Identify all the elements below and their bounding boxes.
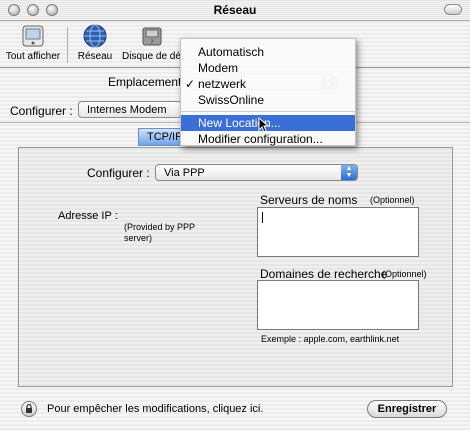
- menu-item-label: Automatisch: [198, 45, 265, 59]
- title-bar: Réseau: [0, 0, 470, 21]
- lock-icon: [26, 403, 32, 413]
- search-domains-optional-label: (Optionnel): [382, 269, 427, 279]
- menu-item-netzwerk[interactable]: ✓ netzwerk: [181, 76, 355, 92]
- disk-icon: ?: [139, 23, 165, 49]
- tab-tcpip-label: TCP/IP: [147, 131, 183, 143]
- save-button[interactable]: Enregistrer: [367, 400, 447, 418]
- tcpip-configure-label: Configurer :: [87, 166, 150, 180]
- tcpip-pane: [18, 147, 453, 387]
- startup-disk-button[interactable]: ? Disque de dém: [122, 21, 182, 62]
- menu-item-edit-locations[interactable]: Modifier configuration...: [181, 131, 355, 147]
- ip-address-label: Adresse IP :: [58, 210, 118, 222]
- ip-address-note: (Provided by PPP server): [124, 222, 195, 243]
- dns-optional-label: (Optionnel): [370, 195, 415, 205]
- menu-divider: [181, 111, 355, 112]
- tab-tcpip[interactable]: TCP/IP: [138, 128, 184, 146]
- lock-button[interactable]: [21, 401, 37, 417]
- lock-text: Pour empêcher les modifications, cliquez…: [47, 403, 264, 415]
- network-label: Réseau: [77, 51, 113, 62]
- show-all-label: Tout afficher: [5, 51, 61, 62]
- configure-interface-value: Internes Modem: [87, 104, 167, 116]
- globe-icon: [82, 23, 108, 49]
- location-label: Emplacement: [108, 75, 182, 89]
- menu-item-label: Modem: [198, 61, 239, 75]
- configure-interface-popup[interactable]: Internes Modem: [78, 101, 182, 118]
- menu-item-label: SwissOnline: [198, 93, 265, 107]
- example-text: Exemple : apple.com, earthlink.net: [261, 334, 400, 344]
- menu-item-label: netzwerk: [198, 77, 247, 91]
- menu-item-swissonline[interactable]: SwissOnline: [181, 92, 355, 108]
- apple-prefs-icon: [20, 23, 46, 49]
- menu-item-label: Modifier configuration...: [198, 132, 323, 146]
- dns-servers-field[interactable]: [257, 207, 419, 257]
- toolbar-toggle-button[interactable]: [444, 4, 462, 15]
- toolbar-divider: [67, 27, 68, 63]
- menu-item-automatisch[interactable]: Automatisch: [181, 44, 355, 60]
- menu-item-modem[interactable]: Modem: [181, 60, 355, 76]
- text-cursor: [262, 212, 263, 223]
- svg-text:?: ?: [150, 39, 153, 46]
- dns-label: Serveurs de noms: [260, 193, 358, 207]
- network-pref-button[interactable]: Réseau: [70, 21, 120, 62]
- tcpip-configure-popup[interactable]: Via PPP ▲ ▼: [155, 164, 358, 181]
- startup-disk-label: Disque de dém: [122, 51, 182, 62]
- window-title: Réseau: [213, 3, 257, 17]
- tcpip-configure-value: Via PPP: [164, 167, 205, 179]
- mouse-pointer-icon: [258, 117, 270, 133]
- configure-interface-label: Configurer :: [10, 104, 73, 118]
- popup-arrows-icon: ▲▼: [341, 165, 357, 180]
- show-all-button[interactable]: Tout afficher: [2, 21, 64, 62]
- search-domains-label: Domaines de recherche: [260, 267, 388, 281]
- search-domains-field[interactable]: [257, 280, 419, 330]
- checkmark-icon: ✓: [185, 77, 196, 91]
